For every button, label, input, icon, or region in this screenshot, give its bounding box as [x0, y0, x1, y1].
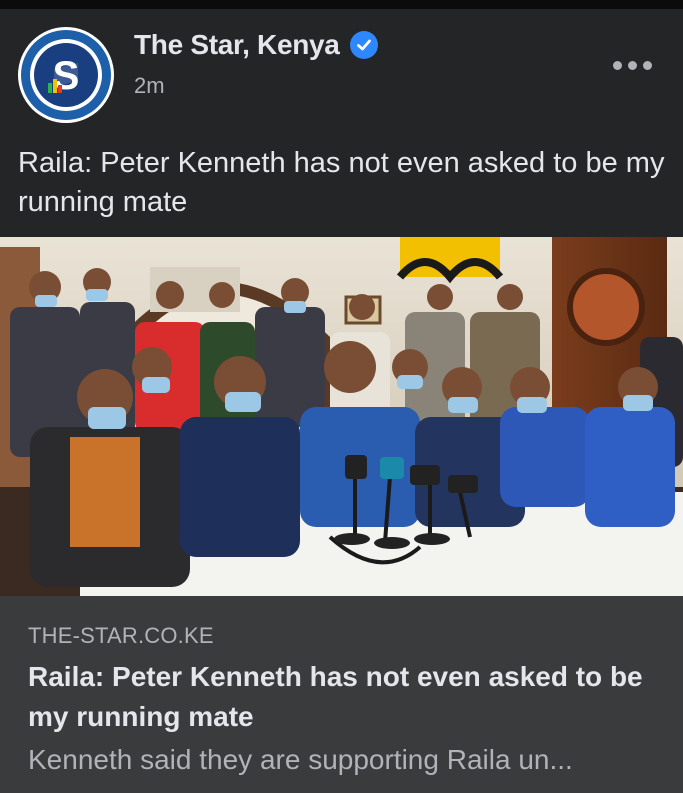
avatar-inner: S	[30, 39, 102, 111]
post-caption: Raila: Peter Kenneth has not even asked …	[18, 147, 665, 218]
page-name[interactable]: The Star, Kenya	[134, 29, 340, 61]
more-dot	[642, 60, 652, 70]
star-s-logo-icon: S	[48, 54, 79, 98]
link-snippet: Kenneth said they are supporting Raila u…	[28, 744, 573, 775]
page-avatar[interactable]: S	[18, 27, 114, 123]
verified-badge-icon	[349, 31, 378, 59]
post-timestamp[interactable]: 2m	[134, 73, 165, 99]
page-name-row: The Star, Kenya	[134, 29, 378, 61]
more-options-button[interactable]	[610, 57, 654, 73]
avatar-ring: S	[21, 30, 111, 120]
more-dot	[627, 60, 637, 70]
link-preview[interactable]: THE-STAR.CO.KE Raila: Peter Kenneth has …	[0, 596, 683, 793]
more-horizontal-icon	[612, 60, 622, 70]
status-bar	[0, 0, 683, 9]
press-conference-photo	[0, 237, 683, 596]
post-card: S The Star, Kenya 2m Raila: Peter Kennet…	[0, 9, 683, 793]
link-domain: THE-STAR.CO.KE	[28, 623, 214, 648]
link-headline[interactable]: Raila: Peter Kenneth has not even asked …	[28, 657, 668, 737]
post-photo[interactable]	[0, 237, 683, 596]
the-star-logo: S	[34, 43, 98, 107]
